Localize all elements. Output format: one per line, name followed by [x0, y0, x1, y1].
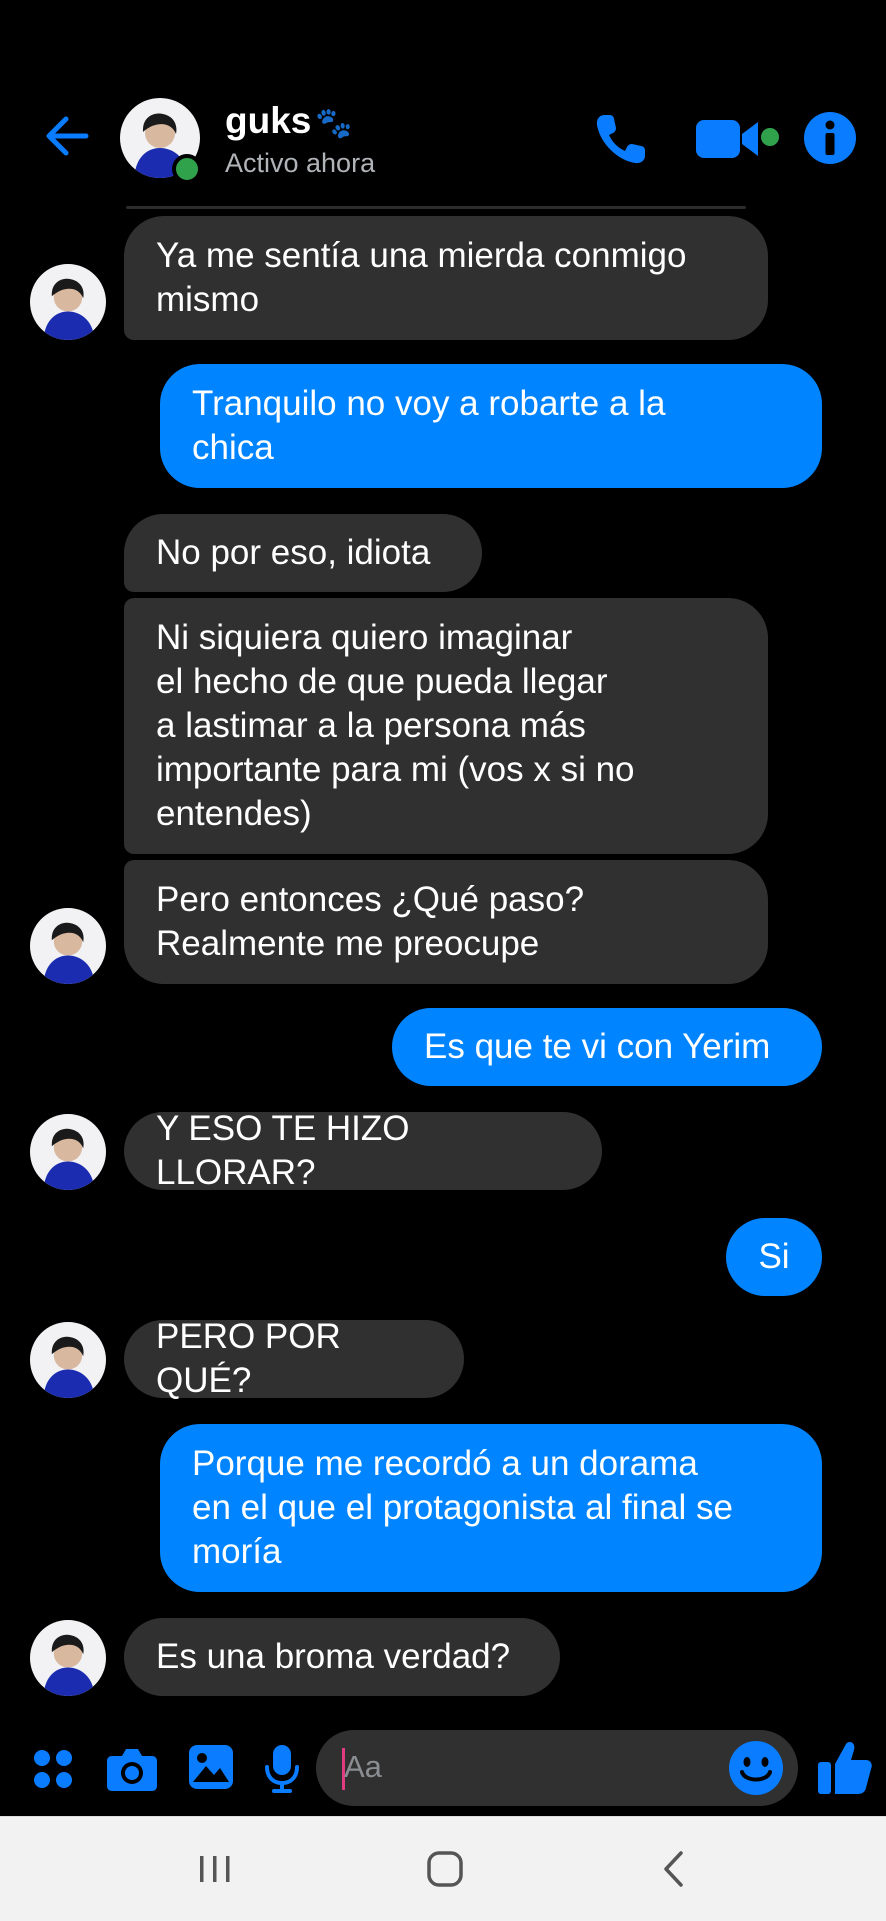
menu-dots-icon[interactable] [32, 1748, 74, 1790]
home-icon[interactable] [420, 1844, 470, 1894]
info-icon[interactable] [802, 110, 858, 166]
message-bubble-received[interactable]: PERO POR QUÉ? [124, 1317, 464, 1400]
contact-name-text: guks [225, 100, 312, 141]
header-divider [126, 206, 746, 209]
video-camera-icon[interactable] [694, 114, 786, 164]
like-icon[interactable] [816, 1738, 874, 1796]
message-bubble-received[interactable]: Pero entonces ¿Qué paso? Realmente me pr… [124, 860, 768, 984]
contact-avatar-small [30, 264, 106, 340]
message-bubble-received[interactable]: Y ESO TE HIZO LLORAR? [124, 1109, 602, 1192]
gallery-icon[interactable] [188, 1744, 234, 1790]
back-arrow-icon[interactable] [40, 110, 92, 162]
message-input[interactable] [316, 1730, 798, 1806]
emoji-icon[interactable] [728, 1740, 784, 1796]
contact-status: Activo ahora [225, 148, 376, 178]
contact-avatar-small [30, 908, 106, 984]
message-bubble-sent[interactable]: Es que te vi con Yerim [392, 1008, 822, 1086]
camera-icon[interactable] [106, 1746, 158, 1792]
microphone-icon[interactable] [264, 1744, 300, 1794]
message-bubble-received[interactable]: No por eso, idiota [124, 514, 482, 592]
message-bubble-received[interactable]: Ya me sentía una mierda conmigo mismo [124, 216, 768, 340]
contact-avatar-small [30, 1114, 106, 1190]
contact-avatar-small [30, 1322, 106, 1398]
paw-prints-emoji: 🐾 [315, 107, 353, 140]
chat-header: guks 🐾 Activo ahora [0, 0, 886, 209]
message-bubble-received[interactable]: Es una broma verdad? [124, 1618, 560, 1696]
message-input-placeholder: Aa [344, 1749, 382, 1784]
contact-name[interactable]: guks 🐾 [225, 100, 353, 142]
active-status-dot [172, 154, 202, 184]
message-bubble-sent[interactable]: Tranquilo no voy a robarte a la chica [160, 364, 822, 488]
message-bubble-sent[interactable]: Porque me recordó a un dorama en el que … [160, 1424, 822, 1592]
message-bubble-received[interactable]: Ni siquiera quiero imaginar el hecho de … [124, 598, 768, 854]
recents-icon[interactable] [190, 1844, 240, 1894]
message-bubble-sent[interactable]: Si [726, 1218, 822, 1296]
phone-icon[interactable] [592, 110, 650, 168]
back-icon[interactable] [650, 1844, 700, 1894]
contact-avatar-small [30, 1620, 106, 1696]
